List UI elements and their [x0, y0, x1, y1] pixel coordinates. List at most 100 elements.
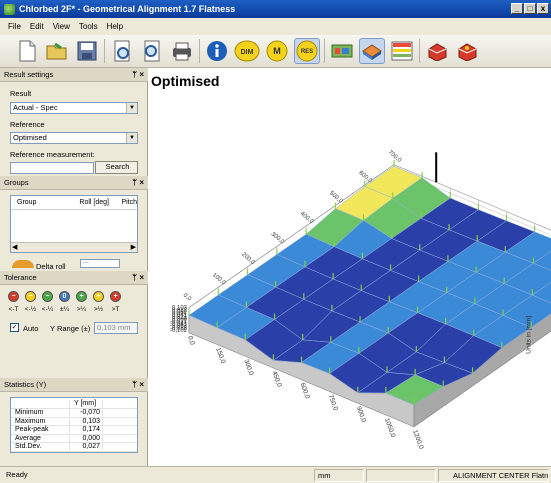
m-label: M: [273, 46, 281, 56]
x-tick-label: 1050,0: [383, 417, 397, 438]
machine-alt-icon[interactable]: [454, 38, 480, 64]
close-panel-icon[interactable]: ᛘ ×: [132, 178, 144, 187]
tol-below-t-icon: −: [8, 291, 19, 302]
auto-label: Auto: [23, 324, 39, 333]
x-tick-label: 750,0: [327, 394, 339, 412]
result-label: Result: [10, 89, 32, 98]
tol-within-quarter-icon: 0: [59, 291, 70, 302]
reference-label: Reference: [10, 120, 45, 129]
result-select[interactable]: Actual - Spec ▼: [10, 102, 138, 114]
x-tick-label: 900,0: [355, 406, 367, 424]
tolerance-title: Tolerance: [4, 273, 37, 282]
result-select-value: Actual - Spec: [13, 103, 58, 112]
status-unit: mm: [314, 469, 364, 482]
scroll-right-icon[interactable]: ▶: [131, 243, 136, 251]
new-file-icon[interactable]: [14, 38, 40, 64]
app-window: Chlorbed 2F* - Geometrical Alignment 1.7…: [0, 0, 551, 483]
menu-edit[interactable]: Edit: [30, 22, 44, 31]
groups-title: Groups: [4, 178, 29, 187]
3d-view-icon[interactable]: [359, 38, 385, 64]
stat-value: 0,027: [69, 443, 103, 451]
tolerance-header: Tolerance ᛘ ×: [0, 271, 148, 285]
menu-view[interactable]: View: [53, 22, 70, 31]
open-folder-icon[interactable]: [44, 38, 70, 64]
reference-measurement-label: Reference measurement:: [10, 150, 95, 159]
statistics-title: Statistics (Y): [4, 380, 47, 389]
menu-bar: File Edit View Tools Help: [0, 18, 551, 35]
toolbar-separator: [324, 39, 325, 63]
toolbar-separator: [104, 39, 105, 63]
menu-file[interactable]: File: [8, 22, 21, 31]
groups-col-roll: Roll [deg]: [79, 199, 109, 206]
zoom-icon[interactable]: [139, 38, 165, 64]
print-preview-icon[interactable]: [109, 38, 135, 64]
results-icon[interactable]: RES: [294, 38, 320, 64]
close-button[interactable]: x: [537, 3, 549, 14]
flatness-3d-plot[interactable]: 0,1030,0820,0620,0410,0210,000-0,021-0,0…: [149, 68, 551, 466]
menu-tools[interactable]: Tools: [79, 22, 98, 31]
title-bar: Chlorbed 2F* - Geometrical Alignment 1.7…: [0, 0, 551, 18]
stat-label: Std.Dev.: [15, 443, 42, 451]
tol-label: ±¼: [60, 306, 69, 313]
reference-select[interactable]: Optimised ▼: [10, 132, 138, 144]
machine-view-icon[interactable]: [424, 38, 450, 64]
dim-icon[interactable]: DIM: [234, 38, 260, 64]
table-view-icon[interactable]: [389, 38, 415, 64]
chevron-down-icon: ▼: [126, 103, 137, 113]
chevron-down-icon: ▼: [126, 133, 137, 143]
x-tick-label: 150,0: [214, 347, 226, 365]
statistics-row: Minimum -0,070: [11, 409, 137, 418]
close-panel-icon[interactable]: ᛘ ×: [132, 380, 144, 389]
menu-help[interactable]: Help: [107, 22, 123, 31]
tol-above-quarter-icon: +: [76, 291, 87, 302]
result-settings-title: Result settings: [4, 70, 54, 79]
statistics-table: Y [mm] Minimum -0,070 Maximum 0,103 Peak-p…: [10, 397, 138, 453]
x-tick-label: 1200,0: [411, 429, 425, 450]
statistics-row: Maximum 0,103: [11, 417, 137, 426]
tol-label: >¼: [76, 306, 87, 313]
status-empty: [366, 469, 436, 482]
x-tick-label: 600,0: [299, 382, 311, 400]
x-tick-label: 0,0: [186, 335, 196, 346]
search-button[interactable]: Search: [95, 161, 138, 174]
toolbar-separator: [419, 39, 420, 63]
auto-checkbox[interactable]: ✓: [10, 323, 19, 332]
statistics-row: Peak-peak 0,174: [11, 426, 137, 435]
stat-value: 0,174: [69, 426, 103, 434]
toolbar: DIM M RES: [0, 35, 551, 68]
plot-area[interactable]: Optimised 0,103 0,082 0,062 0,041 0,021 0,000…: [149, 68, 551, 466]
groups-col-group: Group: [17, 199, 37, 206]
scroll-left-icon[interactable]: ◀: [12, 243, 17, 251]
x-tick-label: 300,0: [242, 359, 254, 377]
info-icon[interactable]: [204, 38, 230, 64]
yrange-input[interactable]: 0,103 mm: [94, 322, 138, 334]
delta-roll-icon: [12, 260, 34, 268]
stat-label: Maximum: [15, 417, 46, 425]
stat-value: 0,103: [69, 417, 103, 425]
statistics-row: Average 0,000: [11, 434, 137, 443]
res-label: RES: [301, 49, 313, 55]
maximize-button[interactable]: □: [524, 3, 536, 14]
window-title: Chlorbed 2F* - Geometrical Alignment 1.7…: [19, 4, 236, 14]
horizontal-scrollbar[interactable]: ◀ ▶: [11, 242, 137, 252]
app-icon: [4, 3, 15, 15]
print-icon[interactable]: [169, 38, 195, 64]
dim-label: DIM: [241, 49, 254, 56]
stat-value: 0,000: [69, 434, 103, 442]
groups-col-pitch: Pitch: [121, 199, 137, 206]
delta-roll-input[interactable]: ---: [80, 259, 120, 268]
close-panel-icon[interactable]: ᛘ ×: [132, 273, 144, 282]
reference-measurement-input[interactable]: [10, 162, 94, 174]
yrange-label: Y Range (±): [50, 324, 91, 333]
close-panel-icon[interactable]: ᛘ ×: [132, 70, 144, 79]
z-tick-label: -0,102: [170, 328, 188, 334]
result-settings-header: Result settings ᛘ ×: [0, 68, 148, 82]
tol-below-half-icon: −: [25, 291, 36, 302]
minimize-button[interactable]: _: [511, 3, 523, 14]
measure-icon[interactable]: M: [264, 38, 290, 64]
groups-table[interactable]: Group Roll [deg] Pitch ◀ ▶: [10, 195, 138, 253]
tol-above-half-icon: +: [93, 291, 104, 302]
save-icon[interactable]: [74, 38, 100, 64]
numeric-view-icon[interactable]: [329, 38, 355, 64]
stat-label: Peak-peak: [15, 426, 49, 434]
